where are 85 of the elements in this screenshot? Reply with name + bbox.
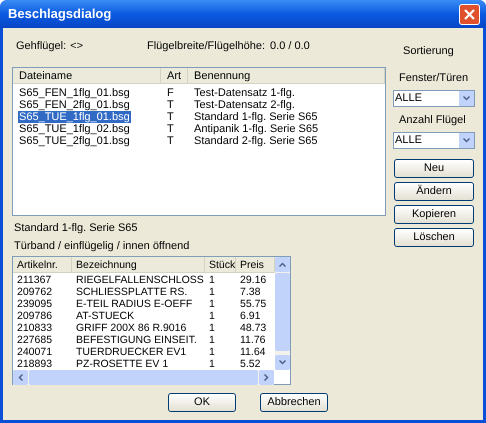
table-cell: Antipanik 1-flg. Serie S65 — [194, 123, 318, 135]
table-cell: T — [167, 99, 174, 111]
table-cell: 218893 — [17, 358, 52, 370]
table-cell: 240071 — [17, 346, 52, 358]
table-cell: AT-STUECK — [76, 310, 134, 322]
table-cell: 1 — [209, 274, 215, 286]
table-cell: 1 — [209, 298, 215, 310]
table-cell: 1 — [209, 334, 215, 346]
column-header[interactable]: Dateiname — [13, 68, 161, 83]
action-button[interactable]: Ändern — [394, 182, 474, 201]
table-cell[interactable]: S65_TUE_1flg_02.bsg — [19, 123, 130, 135]
column-header[interactable]: Artikelnr. — [13, 257, 72, 272]
table-cell: T — [167, 123, 174, 135]
scroll-up-button[interactable] — [275, 257, 290, 272]
field-label: Anzahl Flügel — [399, 113, 466, 127]
action-button[interactable]: Löschen — [394, 228, 474, 247]
table-cell: GRIFF 200X 86 R.9016 — [76, 322, 186, 334]
table-cell: 11.64 — [240, 346, 266, 358]
column-header[interactable]: Stück — [205, 257, 236, 272]
table-cell: 1 — [209, 322, 215, 334]
table-cell: F — [167, 87, 174, 99]
dropdown[interactable]: ALLE — [393, 90, 475, 107]
table-cell: Test-Datensatz 1-flg. — [194, 87, 295, 99]
dropdown[interactable]: ALLE — [393, 132, 475, 149]
selection-title: Standard 1-flg. Serie S65 — [14, 221, 139, 235]
table-cell: 209762 — [17, 286, 52, 298]
window-title: Beschlagsdialog — [7, 5, 112, 24]
table-cell: T — [167, 111, 174, 123]
table-cell[interactable]: S65_FEN_2flg_01.bsg — [19, 99, 130, 111]
field-label: Fenster/Türen — [399, 71, 468, 85]
table-cell[interactable]: S65_TUE_1flg_01.bsg — [18, 111, 131, 123]
action-button[interactable]: Kopieren — [394, 205, 474, 224]
dialog-button[interactable]: OK — [168, 393, 236, 412]
action-button[interactable]: Neu — [394, 159, 474, 178]
table-cell[interactable]: S65_TUE_2flg_01.bsg — [19, 135, 130, 147]
table-cell: 48.73 — [240, 322, 266, 334]
table-cell: PZ-ROSETTE EV 1 — [76, 358, 168, 370]
scroll-thumb[interactable] — [275, 273, 290, 351]
scroll-right-button[interactable] — [259, 370, 274, 385]
table-cell: Standard 2-flg. Serie S65 — [194, 135, 318, 147]
table-cell: 209786 — [17, 310, 52, 322]
table-cell: 1 — [209, 358, 215, 370]
table-cell: 55.75 — [240, 298, 266, 310]
table-cell: T — [167, 135, 174, 147]
scroll-left-button[interactable] — [13, 370, 28, 385]
close-button[interactable] — [459, 4, 480, 24]
column-header[interactable]: Bezeichnung — [72, 257, 205, 272]
chevron-down-icon — [279, 360, 286, 365]
column-header[interactable]: Art — [161, 68, 188, 83]
table-cell: Standard 1-flg. Serie S65 — [194, 111, 318, 123]
table-cell: 210833 — [17, 322, 52, 334]
table-cell: BEFESTIGUNG EINSEIT. — [76, 334, 197, 346]
scroll-down-button[interactable] — [275, 355, 290, 370]
dialog-button[interactable]: Abbrechen — [260, 393, 328, 412]
chevron-right-icon — [264, 374, 269, 381]
column-header[interactable]: Benennung — [188, 68, 385, 83]
table-cell: 1 — [209, 346, 215, 358]
vertical-scrollbar[interactable] — [275, 257, 290, 370]
table-cell: 6.91 — [240, 310, 260, 322]
table-cell: 211367 — [17, 274, 52, 286]
label: Flügelbreite/Flügelhöhe: — [147, 39, 266, 54]
table-cell: 5.52 — [240, 358, 260, 370]
table-cell: Test-Datensatz 2-flg. — [194, 99, 295, 111]
table-cell: TUERDRUECKER EV1 — [76, 346, 186, 358]
selection-description: Türband / einflügelig / innen öffnend — [14, 239, 190, 253]
table-cell: 1 — [209, 286, 215, 298]
table-cell: 239095 — [17, 298, 52, 310]
value-text: 0.0 / 0.0 — [270, 39, 310, 54]
table-cell: 11.76 — [240, 334, 266, 346]
label: Gehflügel: — [16, 39, 66, 54]
chevron-left-icon — [18, 374, 23, 381]
chevron-up-icon — [279, 262, 286, 267]
close-icon — [464, 8, 475, 20]
chevron-down-icon — [463, 138, 470, 143]
table-cell: E-TEIL RADIUS E-OEFF — [76, 298, 192, 310]
table-cell: 7.38 — [240, 286, 260, 298]
section-heading: Sortierung — [403, 44, 454, 58]
table-cell: RIEGELFALLENSCHLOSS — [76, 274, 204, 286]
table-cell: 29.16 — [240, 274, 266, 286]
chevron-down-icon — [463, 96, 470, 101]
table-cell: 1 — [209, 310, 215, 322]
value-text: <> — [70, 39, 84, 54]
table-cell: SCHLIESSPLATTE RS. — [76, 286, 188, 298]
table-cell[interactable]: S65_FEN_1flg_01.bsg — [19, 87, 130, 99]
table-cell: 227685 — [17, 334, 52, 346]
